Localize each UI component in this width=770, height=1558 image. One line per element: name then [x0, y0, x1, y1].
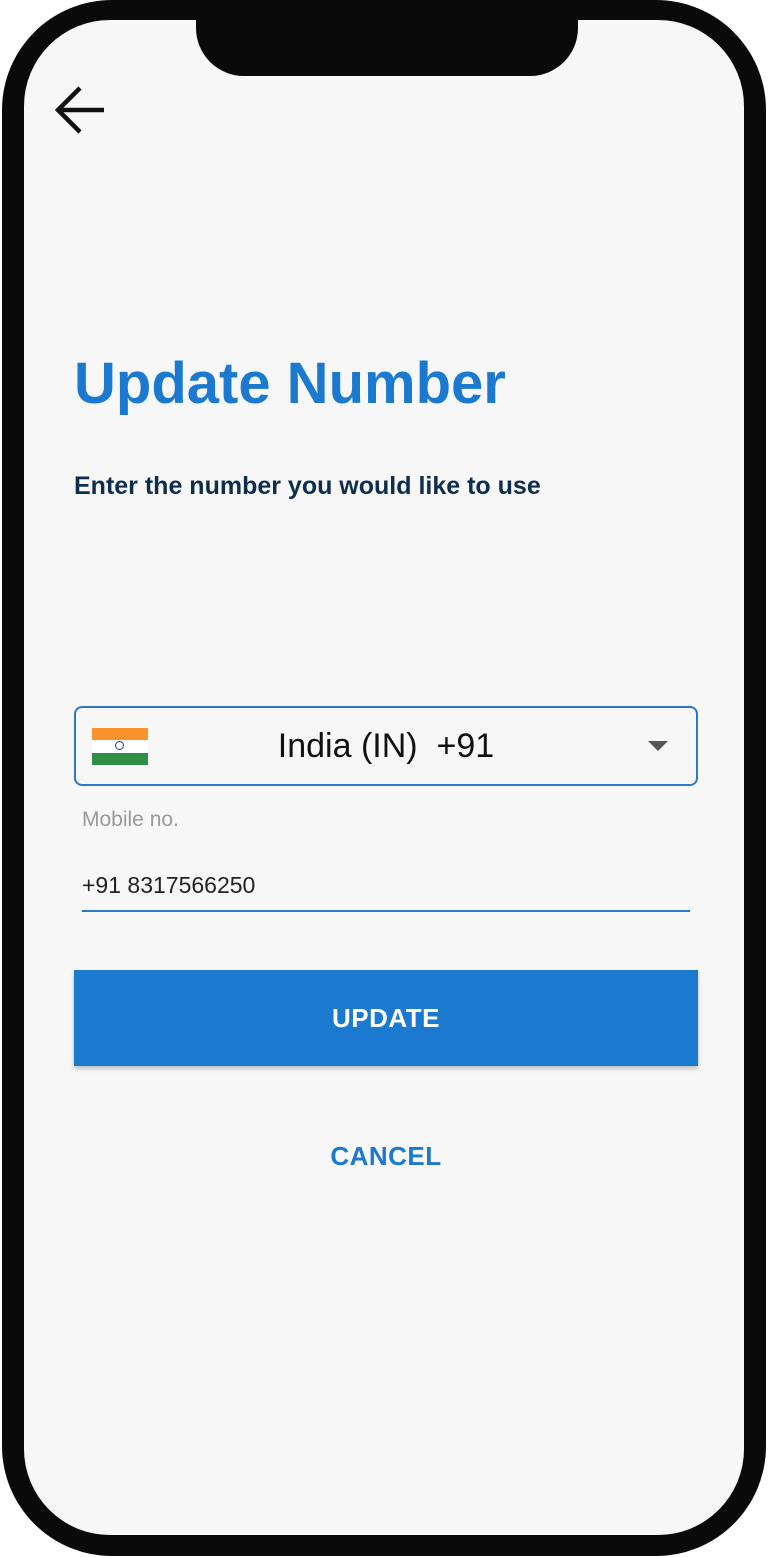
back-button[interactable]	[50, 80, 110, 140]
mobile-number-input[interactable]	[82, 860, 690, 912]
india-flag-icon	[92, 728, 148, 765]
arrow-left-icon	[54, 86, 104, 134]
phone-frame: Update Number Enter the number you would…	[2, 0, 766, 1556]
dropdown-arrow-icon	[648, 741, 668, 751]
cancel-button[interactable]: CANCEL	[286, 1128, 486, 1184]
app-screen: Update Number Enter the number you would…	[24, 20, 744, 1535]
country-code-dropdown[interactable]: India (IN) +91	[74, 706, 698, 786]
mobile-field-label: Mobile no.	[82, 808, 179, 831]
device-notch	[196, 20, 578, 76]
page-subtitle: Enter the number you would like to use	[74, 472, 541, 500]
selected-country-label: India (IN) +91	[277, 727, 495, 765]
page-title: Update Number	[74, 351, 506, 416]
update-button[interactable]: UPDATE	[74, 970, 698, 1066]
